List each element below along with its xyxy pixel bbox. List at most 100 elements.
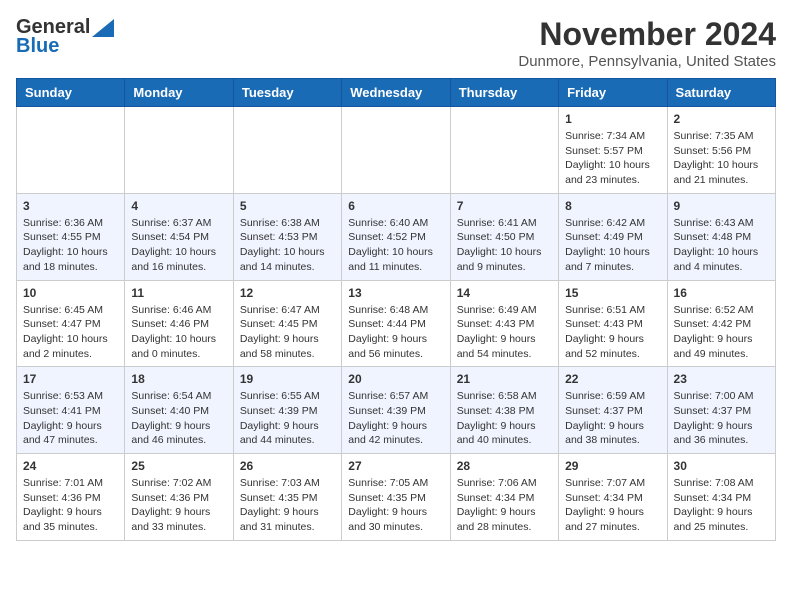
day-number: 1 bbox=[565, 112, 660, 126]
day-info: Sunrise: 6:38 AM Sunset: 4:53 PM Dayligh… bbox=[240, 216, 335, 275]
day-info: Sunrise: 6:37 AM Sunset: 4:54 PM Dayligh… bbox=[131, 216, 226, 275]
month-title: November 2024 bbox=[518, 16, 776, 53]
day-info: Sunrise: 6:48 AM Sunset: 4:44 PM Dayligh… bbox=[348, 303, 443, 362]
day-info: Sunrise: 6:59 AM Sunset: 4:37 PM Dayligh… bbox=[565, 389, 660, 448]
day-number: 23 bbox=[674, 372, 769, 386]
day-info: Sunrise: 6:57 AM Sunset: 4:39 PM Dayligh… bbox=[348, 389, 443, 448]
calendar-cell bbox=[233, 107, 341, 194]
day-number: 26 bbox=[240, 459, 335, 473]
day-info: Sunrise: 6:40 AM Sunset: 4:52 PM Dayligh… bbox=[348, 216, 443, 275]
day-number: 28 bbox=[457, 459, 552, 473]
day-number: 30 bbox=[674, 459, 769, 473]
calendar-table: SundayMondayTuesdayWednesdayThursdayFrid… bbox=[16, 78, 776, 541]
logo: General Blue bbox=[16, 16, 114, 58]
day-number: 27 bbox=[348, 459, 443, 473]
day-header-monday: Monday bbox=[125, 79, 233, 107]
calendar-week-4: 17 Sunrise: 6:53 AM Sunset: 4:41 PM Dayli… bbox=[17, 367, 776, 454]
calendar-week-1: 1 Sunrise: 7:34 AM Sunset: 5:57 PM Daylig… bbox=[17, 107, 776, 194]
calendar-cell: 15 Sunrise: 6:51 AM Sunset: 4:43 PM Dayli… bbox=[559, 280, 667, 367]
calendar-week-3: 10 Sunrise: 6:45 AM Sunset: 4:47 PM Dayli… bbox=[17, 280, 776, 367]
calendar-cell: 29 Sunrise: 7:07 AM Sunset: 4:34 PM Dayli… bbox=[559, 454, 667, 541]
calendar-cell: 6 Sunrise: 6:40 AM Sunset: 4:52 PM Daylig… bbox=[342, 193, 450, 280]
day-info: Sunrise: 6:54 AM Sunset: 4:40 PM Dayligh… bbox=[131, 389, 226, 448]
day-info: Sunrise: 7:05 AM Sunset: 4:35 PM Dayligh… bbox=[348, 476, 443, 535]
calendar-cell: 18 Sunrise: 6:54 AM Sunset: 4:40 PM Dayli… bbox=[125, 367, 233, 454]
day-info: Sunrise: 6:58 AM Sunset: 4:38 PM Dayligh… bbox=[457, 389, 552, 448]
calendar-cell: 30Sunrise: 7:08 AM Sunset: 4:34 PM Dayli… bbox=[667, 454, 775, 541]
day-number: 22 bbox=[565, 372, 660, 386]
calendar-cell bbox=[342, 107, 450, 194]
calendar-cell: 4 Sunrise: 6:37 AM Sunset: 4:54 PM Daylig… bbox=[125, 193, 233, 280]
day-number: 16 bbox=[674, 286, 769, 300]
calendar-cell: 8 Sunrise: 6:42 AM Sunset: 4:49 PM Daylig… bbox=[559, 193, 667, 280]
day-info: Sunrise: 6:52 AM Sunset: 4:42 PM Dayligh… bbox=[674, 303, 769, 362]
day-number: 11 bbox=[131, 286, 226, 300]
calendar-week-5: 24 Sunrise: 7:01 AM Sunset: 4:36 PM Dayli… bbox=[17, 454, 776, 541]
calendar-cell: 2 Sunrise: 7:35 AM Sunset: 5:56 PM Daylig… bbox=[667, 107, 775, 194]
day-info: Sunrise: 7:01 AM Sunset: 4:36 PM Dayligh… bbox=[23, 476, 118, 535]
day-info: Sunrise: 7:35 AM Sunset: 5:56 PM Dayligh… bbox=[674, 129, 769, 188]
calendar-cell: 26Sunrise: 7:03 AM Sunset: 4:35 PM Dayli… bbox=[233, 454, 341, 541]
calendar-cell: 28Sunrise: 7:06 AM Sunset: 4:34 PM Dayli… bbox=[450, 454, 558, 541]
day-header-sunday: Sunday bbox=[17, 79, 125, 107]
day-number: 19 bbox=[240, 372, 335, 386]
page-header: General Blue November 2024 Dunmore, Penn… bbox=[16, 16, 776, 70]
day-number: 21 bbox=[457, 372, 552, 386]
day-header-saturday: Saturday bbox=[667, 79, 775, 107]
calendar-cell bbox=[17, 107, 125, 194]
calendar-cell: 12Sunrise: 6:47 AM Sunset: 4:45 PM Dayli… bbox=[233, 280, 341, 367]
calendar-cell: 1 Sunrise: 7:34 AM Sunset: 5:57 PM Daylig… bbox=[559, 107, 667, 194]
day-info: Sunrise: 6:41 AM Sunset: 4:50 PM Dayligh… bbox=[457, 216, 552, 275]
day-info: Sunrise: 6:47 AM Sunset: 4:45 PM Dayligh… bbox=[240, 303, 335, 362]
calendar-cell: 7 Sunrise: 6:41 AM Sunset: 4:50 PM Daylig… bbox=[450, 193, 558, 280]
calendar-cell: 16 Sunrise: 6:52 AM Sunset: 4:42 PM Dayli… bbox=[667, 280, 775, 367]
day-number: 5 bbox=[240, 199, 335, 213]
day-number: 4 bbox=[131, 199, 226, 213]
day-info: Sunrise: 6:42 AM Sunset: 4:49 PM Dayligh… bbox=[565, 216, 660, 275]
day-info: Sunrise: 7:07 AM Sunset: 4:34 PM Dayligh… bbox=[565, 476, 660, 535]
day-number: 20 bbox=[348, 372, 443, 386]
day-info: Sunrise: 6:51 AM Sunset: 4:43 PM Dayligh… bbox=[565, 303, 660, 362]
day-number: 13 bbox=[348, 286, 443, 300]
calendar-cell: 23 Sunrise: 7:00 AM Sunset: 4:37 PM Dayli… bbox=[667, 367, 775, 454]
day-number: 10 bbox=[23, 286, 118, 300]
day-info: Sunrise: 6:49 AM Sunset: 4:43 PM Dayligh… bbox=[457, 303, 552, 362]
day-header-thursday: Thursday bbox=[450, 79, 558, 107]
day-number: 15 bbox=[565, 286, 660, 300]
logo-icon bbox=[92, 19, 114, 37]
calendar-cell: 5 Sunrise: 6:38 AM Sunset: 4:53 PM Daylig… bbox=[233, 193, 341, 280]
day-info: Sunrise: 7:02 AM Sunset: 4:36 PM Dayligh… bbox=[131, 476, 226, 535]
day-number: 9 bbox=[674, 199, 769, 213]
location: Dunmore, Pennsylvania, United States bbox=[518, 53, 776, 70]
day-number: 14 bbox=[457, 286, 552, 300]
day-number: 24 bbox=[23, 459, 118, 473]
calendar-cell: 17 Sunrise: 6:53 AM Sunset: 4:41 PM Dayli… bbox=[17, 367, 125, 454]
day-info: Sunrise: 6:45 AM Sunset: 4:47 PM Dayligh… bbox=[23, 303, 118, 362]
day-number: 29 bbox=[565, 459, 660, 473]
day-header-friday: Friday bbox=[559, 79, 667, 107]
day-info: Sunrise: 6:53 AM Sunset: 4:41 PM Dayligh… bbox=[23, 389, 118, 448]
day-info: Sunrise: 6:55 AM Sunset: 4:39 PM Dayligh… bbox=[240, 389, 335, 448]
day-number: 2 bbox=[674, 112, 769, 126]
calendar-cell: 3Sunrise: 6:36 AM Sunset: 4:55 PM Daylig… bbox=[17, 193, 125, 280]
day-info: Sunrise: 7:00 AM Sunset: 4:37 PM Dayligh… bbox=[674, 389, 769, 448]
calendar-cell: 9Sunrise: 6:43 AM Sunset: 4:48 PM Daylig… bbox=[667, 193, 775, 280]
calendar-cell bbox=[125, 107, 233, 194]
day-number: 17 bbox=[23, 372, 118, 386]
day-number: 8 bbox=[565, 199, 660, 213]
day-header-wednesday: Wednesday bbox=[342, 79, 450, 107]
calendar-cell: 25 Sunrise: 7:02 AM Sunset: 4:36 PM Dayli… bbox=[125, 454, 233, 541]
calendar-cell: 19 Sunrise: 6:55 AM Sunset: 4:39 PM Dayli… bbox=[233, 367, 341, 454]
calendar-cell: 13 Sunrise: 6:48 AM Sunset: 4:44 PM Dayli… bbox=[342, 280, 450, 367]
day-number: 18 bbox=[131, 372, 226, 386]
day-info: Sunrise: 6:46 AM Sunset: 4:46 PM Dayligh… bbox=[131, 303, 226, 362]
day-number: 25 bbox=[131, 459, 226, 473]
day-number: 6 bbox=[348, 199, 443, 213]
calendar-cell: 14 Sunrise: 6:49 AM Sunset: 4:43 PM Dayli… bbox=[450, 280, 558, 367]
title-block: November 2024 Dunmore, Pennsylvania, Uni… bbox=[518, 16, 776, 70]
day-number: 7 bbox=[457, 199, 552, 213]
calendar-cell: 27 Sunrise: 7:05 AM Sunset: 4:35 PM Dayli… bbox=[342, 454, 450, 541]
calendar-cell: 11 Sunrise: 6:46 AM Sunset: 4:46 PM Dayli… bbox=[125, 280, 233, 367]
calendar-week-2: 3Sunrise: 6:36 AM Sunset: 4:55 PM Daylig… bbox=[17, 193, 776, 280]
day-info: Sunrise: 7:34 AM Sunset: 5:57 PM Dayligh… bbox=[565, 129, 660, 188]
